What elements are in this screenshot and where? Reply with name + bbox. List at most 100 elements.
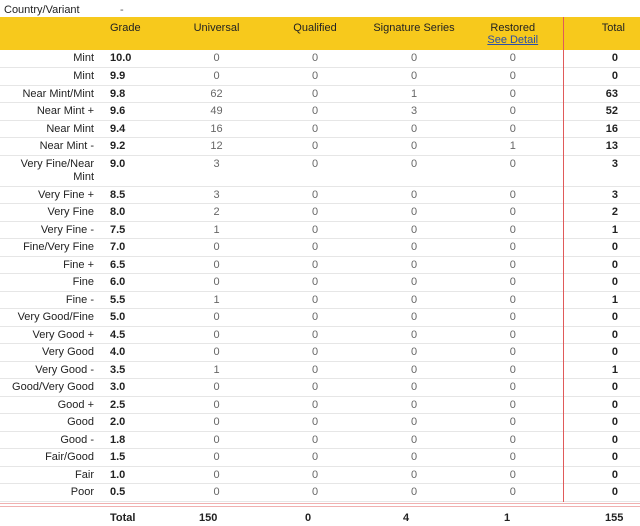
restored-count: 0 <box>463 431 564 449</box>
grade-name: Very Good <box>42 346 94 358</box>
signature-count: 3 <box>410 105 418 117</box>
total-count: 1 <box>611 363 618 376</box>
universal-count: 0 <box>213 52 220 64</box>
signature-count: 0 <box>410 140 418 152</box>
universal-count: 0 <box>213 346 220 358</box>
grade-value: 5.0 <box>110 311 126 323</box>
qualified-count: 0 <box>311 276 319 288</box>
header-universal: Universal <box>193 22 240 34</box>
total-count: 0 <box>611 346 618 358</box>
table-header: Grade Universal Qualified Signature Seri… <box>0 17 640 50</box>
universal-count: 3 <box>213 188 220 201</box>
grade-name: Very Fine - <box>40 223 94 236</box>
table-row: Good + 2.5 0 0 0 0 0 <box>0 396 640 414</box>
universal-count: 0 <box>213 311 220 323</box>
restored-count: 0 <box>463 308 564 326</box>
grade-name: Fair <box>75 468 94 481</box>
signature-count: 0 <box>410 346 418 358</box>
grade-name: Very Good + <box>32 328 94 341</box>
grade-value: 6.0 <box>110 276 126 288</box>
universal-count: 0 <box>213 328 220 341</box>
table-row: Near Mint - 9.2 12 0 0 1 13 <box>0 137 640 155</box>
table-row: Fair 1.0 0 0 0 0 0 <box>0 466 640 484</box>
signature-count: 0 <box>410 381 418 393</box>
total-count: 0 <box>611 468 618 481</box>
table-row: Near Mint 9.4 16 0 0 0 16 <box>0 120 640 138</box>
table-row: Very Fine/Near Mint 9.0 3 0 0 0 3 <box>0 155 640 186</box>
grade-value: 4.5 <box>110 328 126 341</box>
table-row: Mint 9.9 0 0 0 0 0 <box>0 67 640 85</box>
table-row: Fine 6.0 0 0 0 0 0 <box>0 273 640 291</box>
header-restored-label: Restored <box>490 22 536 34</box>
footer-universal: 150 <box>199 512 218 524</box>
qualified-count: 0 <box>311 433 319 446</box>
see-detail-link[interactable]: See Detail <box>463 34 563 46</box>
restored-count: 0 <box>463 483 564 501</box>
total-count: 0 <box>611 451 618 463</box>
grade-value: 9.2 <box>110 140 126 152</box>
total-count: 16 <box>605 122 618 135</box>
total-count: 0 <box>611 398 618 411</box>
qualified-count: 0 <box>311 416 319 428</box>
signature-count: 0 <box>410 293 418 306</box>
qualified-count: 0 <box>311 346 319 358</box>
table-row: Fine/Very Fine 7.0 0 0 0 0 0 <box>0 238 640 256</box>
signature-count: 0 <box>410 188 418 201</box>
qualified-count: 0 <box>311 311 319 323</box>
qualified-count: 0 <box>311 105 319 117</box>
footer-signature: 4 <box>403 512 410 524</box>
grade-value: 6.5 <box>110 258 126 271</box>
restored-count: 0 <box>463 120 564 138</box>
total-count: 3 <box>611 188 618 201</box>
signature-count: 0 <box>410 363 418 376</box>
table-row: Fine - 5.5 1 0 0 0 1 <box>0 291 640 309</box>
qualified-count: 0 <box>311 398 319 411</box>
universal-count: 62 <box>210 87 223 100</box>
grade-name: Near Mint - <box>39 140 94 152</box>
footer-restored: 1 <box>504 512 511 524</box>
signature-count: 0 <box>410 486 418 498</box>
grade-value: 7.0 <box>110 241 126 253</box>
signature-count: 0 <box>410 157 418 170</box>
grade-name: Mint <box>73 70 94 82</box>
grade-name: Mint <box>73 52 94 64</box>
universal-count: 0 <box>213 433 220 446</box>
signature-count: 0 <box>410 433 418 446</box>
table-row: Near Mint/Mint 9.8 62 0 1 0 63 <box>0 85 640 103</box>
signature-count: 0 <box>410 241 418 253</box>
census-table: Grade Universal Qualified Signature Seri… <box>0 17 640 502</box>
restored-count: 0 <box>463 466 564 484</box>
qualified-count: 0 <box>311 241 319 253</box>
total-count: 13 <box>605 140 618 152</box>
grade-name: Poor <box>70 486 94 498</box>
qualified-count: 0 <box>311 52 319 64</box>
header-empty <box>0 17 100 50</box>
restored-count: 0 <box>463 448 564 466</box>
universal-count: 1 <box>213 223 220 236</box>
total-count: 0 <box>611 381 618 393</box>
restored-count: 0 <box>463 186 564 204</box>
restored-count: 0 <box>463 413 564 431</box>
qualified-count: 0 <box>311 468 319 481</box>
grade-value: 4.0 <box>110 346 126 358</box>
grade-name: Good + <box>57 398 94 411</box>
total-count: 0 <box>611 258 618 271</box>
footer-total-label: Total <box>110 512 136 524</box>
signature-count: 1 <box>410 87 418 100</box>
qualified-count: 0 <box>311 381 319 393</box>
table-row: Good 2.0 0 0 0 0 0 <box>0 413 640 431</box>
qualified-count: 0 <box>311 363 319 376</box>
country-variant-value: - <box>120 4 124 16</box>
restored-count: 0 <box>463 326 564 344</box>
universal-count: 1 <box>213 363 220 376</box>
table-row: Very Good - 3.5 1 0 0 0 1 <box>0 361 640 379</box>
footer-total: 155 <box>605 512 624 524</box>
qualified-count: 0 <box>311 293 319 306</box>
grade-value: 1.5 <box>110 451 126 463</box>
signature-count: 0 <box>410 70 418 82</box>
qualified-count: 0 <box>311 223 319 236</box>
grade-value: 9.4 <box>110 122 126 135</box>
universal-count: 16 <box>210 122 223 135</box>
universal-count: 2 <box>213 206 220 218</box>
qualified-count: 0 <box>311 206 319 218</box>
